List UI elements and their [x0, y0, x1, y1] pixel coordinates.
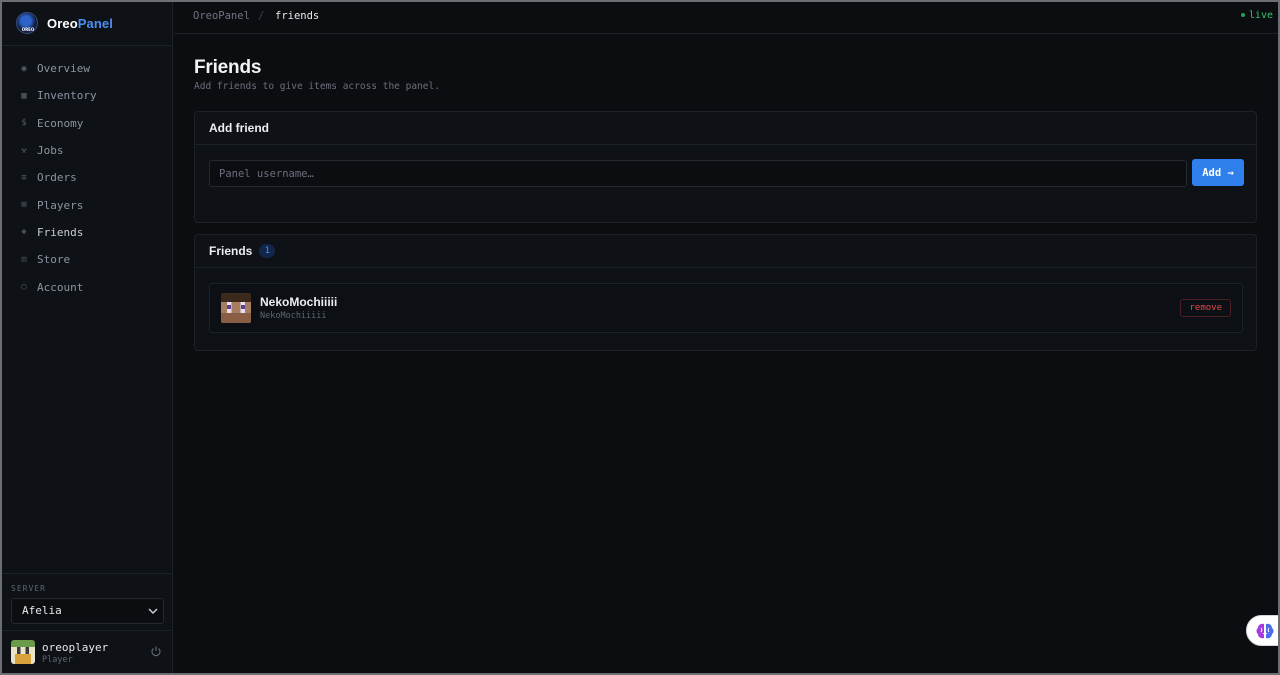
power-icon[interactable]	[150, 645, 162, 657]
sidebar-item-label: Store	[37, 253, 71, 267]
friends-count-badge: 1	[259, 244, 276, 258]
brand-name-part-1: Oreo	[47, 16, 78, 31]
topbar: OreoPanel / friends live	[174, 2, 1278, 34]
main-content: Friends Add friends to give items across…	[174, 35, 1278, 673]
username-input[interactable]	[209, 160, 1187, 187]
live-status: live	[1240, 10, 1273, 21]
sidebar-item-label: Friends	[37, 225, 84, 239]
server-label: SERVER	[11, 584, 46, 593]
list-icon: ≡	[21, 172, 27, 183]
sidebar: OREO OreoPanel ◉ Overview ▦ Inventory $ Eco…	[2, 2, 173, 673]
add-friend-button[interactable]: Add →	[1192, 159, 1244, 186]
sidebar-item-economy[interactable]: $ Economy	[2, 110, 173, 137]
breadcrumb-root[interactable]: OreoPanel	[193, 10, 250, 22]
friend-name: NekoMochiiiii	[260, 295, 338, 309]
friends-list-header: Friends 1	[195, 235, 1256, 268]
brand[interactable]: OREO OreoPanel	[2, 2, 173, 46]
friends-icon: ◈	[21, 227, 27, 238]
page-title: Friends	[194, 57, 262, 78]
sidebar-item-jobs[interactable]: ⚒ Jobs	[2, 137, 173, 164]
app-window: OREO OreoPanel ◉ Overview ▦ Inventory $ Eco…	[2, 2, 1278, 673]
user-role: Player	[42, 655, 73, 665]
add-friend-card: Add friend Add →	[194, 111, 1257, 223]
server-select[interactable]: Afelia	[11, 598, 164, 624]
sidebar-item-players[interactable]: ⊞ Players	[2, 191, 173, 218]
logo-text: OREO	[21, 27, 35, 32]
server-select-value: Afelia	[22, 604, 62, 617]
server-section: SERVER Afelia	[2, 573, 173, 630]
remove-friend-button[interactable]: remove	[1180, 299, 1231, 317]
brand-name: OreoPanel	[47, 16, 113, 31]
sidebar-item-label: Account	[37, 280, 84, 294]
sidebar-item-label: Inventory	[37, 89, 97, 103]
avatar[interactable]	[11, 640, 35, 664]
list-item: NekoMochiiiii NekoMochiiiii remove	[209, 283, 1243, 333]
sidebar-item-friends[interactable]: ◈ Friends	[2, 219, 173, 246]
dollar-icon: $	[21, 118, 27, 129]
sidebar-nav: ◉ Overview ▦ Inventory $ Economy ⚒ Jobs ≡ Ord…	[2, 55, 173, 301]
oreo-logo-icon: OREO	[16, 12, 38, 34]
tools-icon: ⚒	[21, 145, 27, 156]
sidebar-item-label: Jobs	[37, 144, 64, 158]
sidebar-item-overview[interactable]: ◉ Overview	[2, 55, 173, 82]
sidebar-item-label: Players	[37, 198, 84, 212]
brain-icon	[1256, 623, 1274, 638]
brand-name-part-2: Panel	[77, 16, 113, 31]
user-name: oreoplayer	[42, 641, 109, 654]
live-status-text: live	[1248, 10, 1273, 21]
page-subtitle: Add friends to give items across the pan…	[194, 81, 440, 92]
inventory-icon: ▦	[21, 90, 27, 101]
chevron-down-icon	[148, 608, 158, 615]
sidebar-item-orders[interactable]: ≡ Orders	[2, 164, 173, 191]
live-dot-icon	[1240, 13, 1245, 17]
add-friend-heading: Add friend	[195, 112, 1256, 145]
sidebar-item-store[interactable]: ⊡ Store	[2, 246, 173, 273]
sidebar-item-account[interactable]: ○ Account	[2, 273, 173, 300]
grid-icon: ⊞	[21, 200, 27, 211]
account-icon: ○	[21, 282, 27, 293]
user-section: oreoplayer Player	[2, 630, 173, 673]
friend-avatar	[221, 293, 251, 323]
friends-list-card: Friends 1 NekoMochiiiii NekoMochiiiii re…	[194, 234, 1257, 351]
sidebar-item-label: Economy	[37, 116, 84, 130]
assistant-button[interactable]	[1246, 615, 1278, 646]
breadcrumb-separator: /	[258, 10, 265, 22]
sidebar-item-label: Overview	[37, 62, 90, 76]
friend-username: NekoMochiiiii	[260, 311, 327, 321]
sidebar-item-inventory[interactable]: ▦ Inventory	[2, 82, 173, 109]
sidebar-item-label: Orders	[37, 171, 77, 185]
breadcrumb-current: friends	[275, 10, 320, 22]
friends-list-heading: Friends	[209, 244, 253, 258]
store-icon: ⊡	[21, 254, 27, 265]
overview-icon: ◉	[21, 63, 27, 74]
